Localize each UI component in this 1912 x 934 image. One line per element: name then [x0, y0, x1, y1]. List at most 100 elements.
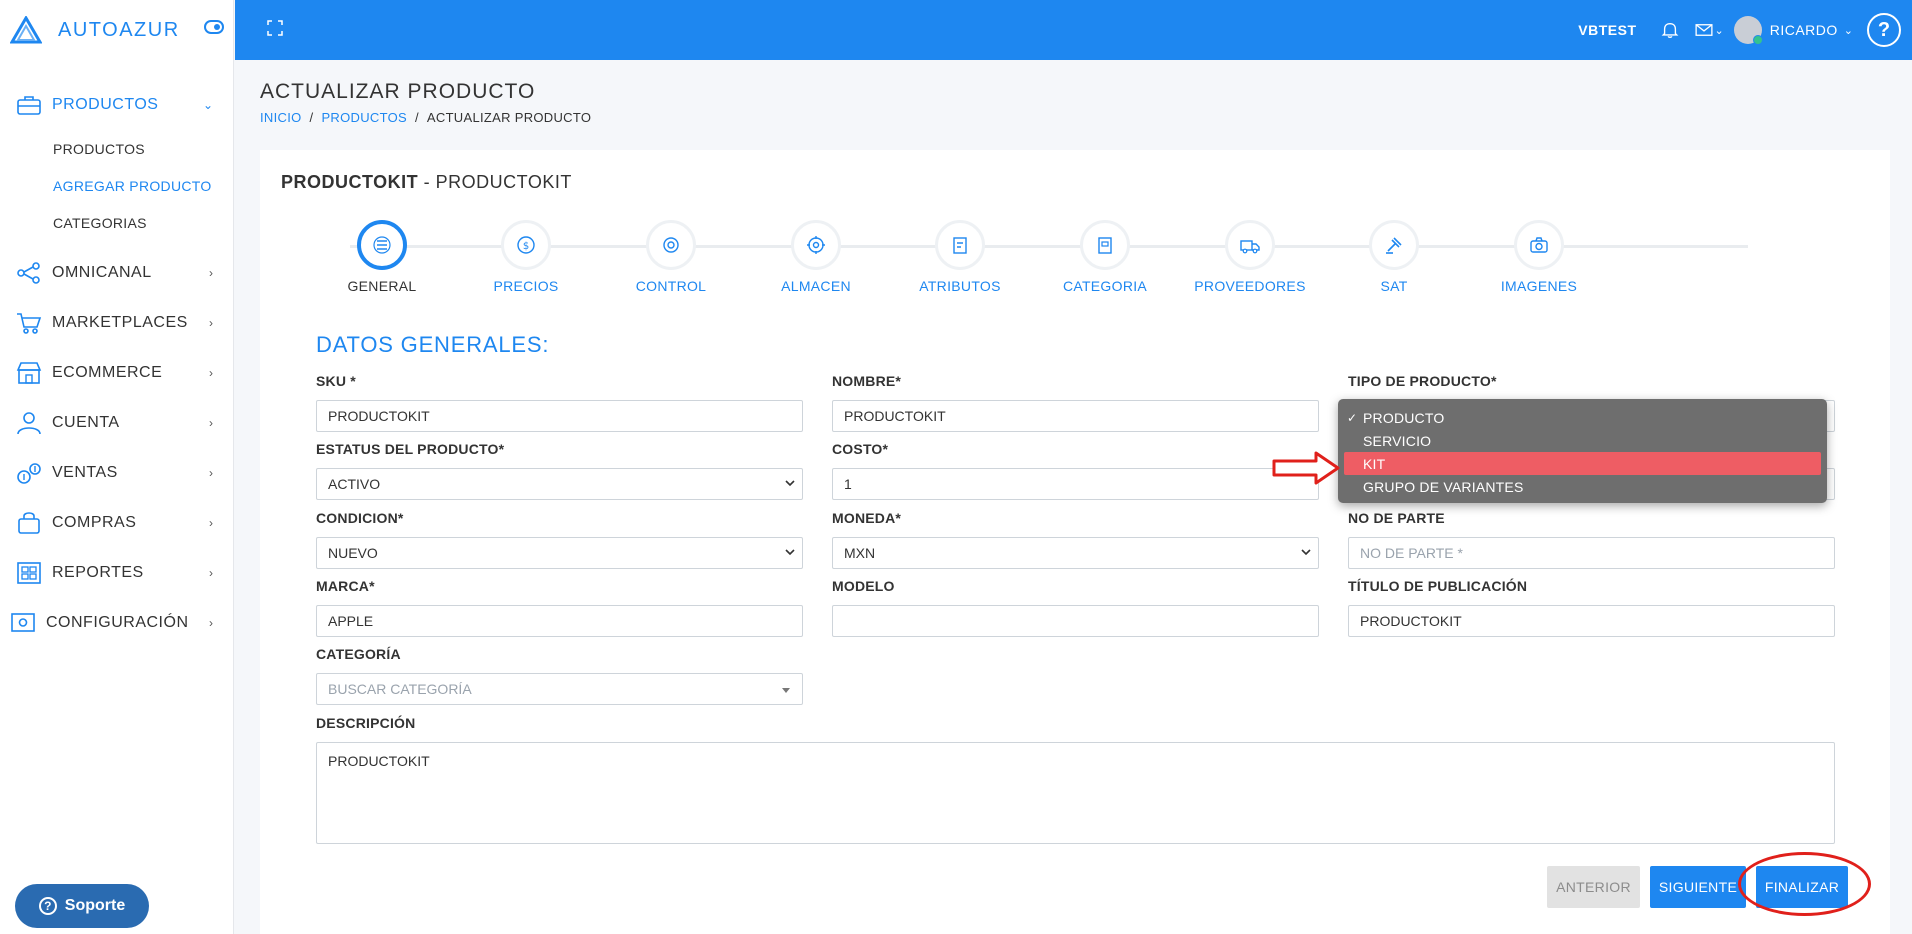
company-name[interactable]: VBTEST — [1578, 22, 1636, 38]
sidebar-toggle-icon[interactable] — [204, 20, 224, 34]
truck-icon — [1240, 240, 1260, 254]
sidebar-item-label: REPORTES — [52, 564, 144, 581]
sidebar-item-label: MARKETPLACES — [52, 314, 188, 331]
sidebar-item-label: VENTAS — [52, 464, 118, 481]
moneda-field: MONEDA* MXN — [832, 510, 1319, 569]
modelo-field: MODELO — [832, 578, 1319, 637]
sidebar-item-ecommerce[interactable]: ECOMMERCE › — [0, 348, 233, 398]
condicion-value: NUEVO — [328, 545, 378, 561]
mail-icon[interactable]: ⌄ — [1694, 23, 1724, 37]
sidebar-item-productos[interactable]: PRODUCTOS ⌄ — [0, 80, 233, 130]
tipo-option-kit[interactable]: KIT — [1344, 452, 1821, 475]
settings-icon — [8, 610, 38, 636]
sidebar-item-ventas[interactable]: VENTAS › — [0, 448, 233, 498]
user-name[interactable]: RICARDO — [1770, 22, 1838, 38]
step-atributos[interactable]: ATRIBUTOS — [900, 220, 1020, 294]
nombre-field: NOMBRE* PRODUCTOKIT — [832, 373, 1319, 432]
descripcion-label: DESCRIPCIÓN — [316, 715, 416, 731]
product-name-title: - PRODUCTOKIT — [418, 172, 572, 192]
condicion-select[interactable]: NUEVO — [316, 537, 803, 569]
clipboard-icon — [953, 237, 967, 254]
sku-input[interactable]: PRODUCTOKIT — [316, 400, 803, 432]
fullscreen-icon[interactable] — [267, 20, 283, 36]
sidebar-item-label: OMNICANAL — [52, 264, 152, 281]
sidebar-subitem-agregar-producto[interactable]: AGREGAR PRODUCTO — [0, 167, 233, 204]
estatus-field: ESTATUS DEL PRODUCTO* ACTIVO — [316, 441, 803, 500]
tipo-dropdown: PRODUCTO SERVICIO KIT GRUPO DE VARIANTES — [1338, 399, 1827, 503]
sidebar-item-omnicanal[interactable]: OMNICANAL › — [0, 248, 233, 298]
nombre-label: NOMBRE* — [832, 373, 902, 389]
costo-input[interactable]: 1 — [832, 468, 1319, 500]
sidebar-nav-rest: OMNICANAL › MARKETPLACES › ECOMMERCE › C… — [0, 248, 233, 648]
step-circle — [935, 220, 985, 270]
condicion-label: CONDICION* — [316, 510, 404, 526]
tipo-option-servicio[interactable]: SERVICIO — [1338, 429, 1827, 452]
step-circle — [357, 220, 407, 270]
step-categoria[interactable]: CATEGORIA — [1045, 220, 1165, 294]
marca-label: MARCA* — [316, 578, 375, 594]
titulo-input[interactable]: PRODUCTOKIT — [1348, 605, 1835, 637]
avatar[interactable] — [1733, 16, 1763, 45]
chevron-down-icon — [785, 549, 795, 556]
step-precios[interactable]: $ PRECIOS — [466, 220, 586, 294]
step-circle: $ — [501, 220, 551, 270]
step-label: SAT — [1380, 278, 1408, 294]
breadcrumb-separator: / — [414, 110, 419, 125]
sidebar-item-configuracion[interactable]: CONFIGURACIÓN › — [0, 598, 233, 648]
sidebar-item-compras[interactable]: COMPRAS › — [0, 498, 233, 548]
no-parte-input[interactable]: NO DE PARTE * — [1348, 537, 1835, 569]
sidebar-item-reportes[interactable]: REPORTES › — [0, 548, 233, 598]
bell-icon[interactable] — [1661, 20, 1681, 40]
chevron-down-icon — [1301, 549, 1311, 556]
brand: AUTOAZUR — [0, 0, 233, 60]
help-icon[interactable]: ? — [1867, 13, 1901, 47]
money-icon — [14, 460, 44, 486]
categoria-label: CATEGORÍA — [316, 646, 401, 662]
marca-input[interactable]: APPLE — [316, 605, 803, 637]
step-label: ATRIBUTOS — [919, 278, 1001, 294]
step-imagenes[interactable]: IMAGENES — [1479, 220, 1599, 294]
next-button[interactable]: SIGUIENTE — [1650, 866, 1746, 908]
sidebar-subitem-categorias[interactable]: CATEGORIAS — [0, 204, 233, 241]
modelo-input[interactable] — [832, 605, 1319, 637]
sidebar-item-label: CONFIGURACIÓN — [46, 614, 189, 631]
question-icon: ? — [38, 897, 57, 915]
chevron-down-icon: ⌄ — [1843, 24, 1853, 37]
descripcion-textarea[interactable]: PRODUCTOKIT — [316, 742, 1835, 844]
nombre-input[interactable]: PRODUCTOKIT — [832, 400, 1319, 432]
step-label: CATEGORIA — [1062, 278, 1148, 294]
camera-icon — [1530, 237, 1548, 253]
no-parte-field: NO DE PARTE NO DE PARTE * — [1348, 510, 1835, 569]
sidebar-subitem-productos[interactable]: PRODUCTOS — [0, 130, 233, 167]
moneda-select[interactable]: MXN — [832, 537, 1319, 569]
previous-button[interactable]: ANTERIOR — [1547, 866, 1640, 908]
step-control[interactable]: CONTROL — [611, 220, 731, 294]
svg-text:$: $ — [523, 241, 529, 252]
annotation-arrow-icon — [1272, 451, 1340, 485]
tipo-option-producto[interactable]: PRODUCTO — [1338, 406, 1827, 429]
sku-label: SKU * — [316, 373, 356, 389]
wizard-stepper: GENERAL $ PRECIOS CONTROL ALMACEN ATRIBUTOS CA… — [310, 220, 1788, 300]
topbar: VBTEST ⌄ RICARDO ⌄ ? — [235, 0, 1912, 60]
estatus-label: ESTATUS DEL PRODUCTO* — [316, 441, 505, 457]
estatus-select[interactable]: ACTIVO — [316, 468, 803, 500]
step-sat[interactable]: SAT — [1334, 220, 1454, 294]
categoria-search[interactable]: BUSCAR CATEGORÍA — [316, 673, 803, 705]
categoria-placeholder: BUSCAR CATEGORÍA — [328, 681, 472, 697]
step-proveedores[interactable]: PROVEEDORES — [1190, 220, 1310, 294]
chevron-right-icon: › — [209, 266, 213, 280]
step-general[interactable]: GENERAL — [322, 220, 442, 294]
step-almacen[interactable]: ALMACEN — [756, 220, 876, 294]
breadcrumb-productos[interactable]: PRODUCTOS — [321, 110, 407, 125]
list-icon — [373, 236, 391, 254]
sidebar-item-cuenta[interactable]: CUENTA › — [0, 398, 233, 448]
breadcrumb-inicio[interactable]: INICIO — [260, 110, 302, 125]
support-button[interactable]: ? Soporte — [15, 884, 149, 928]
step-circle — [1225, 220, 1275, 270]
card-title: PRODUCTOKIT - PRODUCTOKIT — [281, 172, 572, 193]
chevron-right-icon: › — [209, 366, 213, 380]
tipo-option-grupo-variantes[interactable]: GRUPO DE VARIANTES — [1338, 475, 1827, 498]
sidebar-item-marketplaces[interactable]: MARKETPLACES › — [0, 298, 233, 348]
modelo-label: MODELO — [832, 578, 895, 594]
breadcrumb: INICIO / PRODUCTOS / ACTUALIZAR PRODUCTO — [260, 110, 591, 125]
